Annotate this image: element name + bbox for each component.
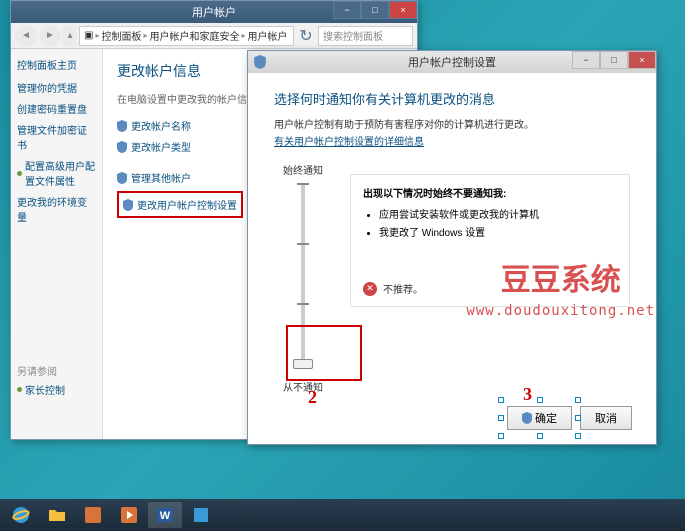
ok-button[interactable]: 确定 bbox=[507, 406, 572, 430]
sidebar-item-password-reset[interactable]: 创建密码重置盘 bbox=[17, 101, 96, 116]
minimize-button[interactable]: − bbox=[333, 1, 361, 19]
uac-more-info-link[interactable]: 有关用户帐户控制设置的详细信息 bbox=[274, 137, 424, 148]
action-uac-settings[interactable]: 更改用户帐户控制设置 bbox=[117, 191, 243, 218]
shield-icon bbox=[117, 141, 127, 153]
search-placeholder: 搜索控制面板 bbox=[323, 28, 383, 43]
taskbar-media[interactable] bbox=[112, 502, 146, 528]
back-button[interactable]: ◄ bbox=[15, 25, 37, 47]
maximize-button[interactable]: □ bbox=[361, 1, 389, 19]
info-item: 应用尝试安装软件或更改我的计算机 bbox=[379, 206, 617, 221]
chevron-right-icon: ▸ bbox=[95, 31, 99, 40]
info-title: 出现以下情况时始终不要通知我: bbox=[363, 185, 617, 200]
breadcrumb-item[interactable]: 控制面板 bbox=[101, 28, 141, 43]
uac-body: 选择何时通知你有关计算机更改的消息 用户帐户控制有助于预防有害程序对你的计算机进… bbox=[248, 73, 656, 444]
titlebar[interactable]: 用户帐户 − □ × bbox=[11, 1, 417, 23]
shield-icon bbox=[254, 55, 266, 69]
chevron-right-icon: ▸ bbox=[143, 31, 147, 40]
sidebar-item-credentials[interactable]: 管理你的凭据 bbox=[17, 80, 96, 95]
taskbar: W bbox=[0, 499, 685, 531]
svg-text:W: W bbox=[160, 510, 171, 522]
error-icon: ✕ bbox=[363, 282, 377, 296]
taskbar-app2[interactable] bbox=[184, 502, 218, 528]
chevron-right-icon: ▸ bbox=[241, 31, 245, 40]
shield-icon bbox=[117, 172, 127, 184]
window-controls: − □ × bbox=[333, 1, 417, 19]
window-title: 用户帐户控制设置 bbox=[408, 54, 496, 70]
breadcrumb-item[interactable]: 用户帐户 bbox=[248, 28, 288, 43]
up-button[interactable]: ▴ bbox=[63, 25, 77, 47]
uac-heading: 选择何时通知你有关计算机更改的消息 bbox=[274, 89, 630, 108]
taskbar-explorer[interactable] bbox=[40, 502, 74, 528]
shield-icon bbox=[117, 120, 127, 132]
play-icon bbox=[119, 505, 139, 525]
window-controls: − □ × bbox=[572, 51, 656, 69]
annotation-box-2 bbox=[286, 325, 362, 381]
minimize-button[interactable]: − bbox=[572, 51, 600, 69]
forward-button[interactable]: ► bbox=[39, 25, 61, 47]
ok-button-selection: 3 确定 bbox=[507, 406, 572, 430]
annotation-2: 2 bbox=[308, 387, 317, 408]
navbar: ◄ ► ▴ ▣ ▸ 控制面板 ▸ 用户帐户和家庭安全 ▸ 用户帐户 ↻ 搜索控制… bbox=[11, 23, 417, 49]
info-box: 出现以下情况时始终不要通知我: 应用尝试安装软件或更改我的计算机 我更改了 Wi… bbox=[350, 174, 630, 307]
info-list: 应用尝试安装软件或更改我的计算机 我更改了 Windows 设置 bbox=[363, 206, 617, 239]
maximize-button[interactable]: □ bbox=[600, 51, 628, 69]
see-also-parental[interactable]: 家长控制 bbox=[17, 382, 65, 397]
titlebar[interactable]: 用户帐户控制设置 − □ × bbox=[248, 51, 656, 73]
sidebar: 控制面板主页 管理你的凭据 创建密码重置盘 管理文件加密证书 配置高级用户配置文… bbox=[11, 49, 103, 439]
ie-icon bbox=[11, 505, 31, 525]
sidebar-item-advanced-profile[interactable]: 配置高级用户配置文件属性 bbox=[17, 158, 96, 188]
taskbar-word[interactable]: W bbox=[148, 502, 182, 528]
info-item: 我更改了 Windows 设置 bbox=[379, 224, 617, 239]
breadcrumb[interactable]: ▣ ▸ 控制面板 ▸ 用户帐户和家庭安全 ▸ 用户帐户 bbox=[79, 26, 294, 46]
app-icon bbox=[83, 505, 103, 525]
close-button[interactable]: × bbox=[628, 51, 656, 69]
see-also: 另请参阅 家长控制 bbox=[17, 363, 65, 403]
sidebar-item-env-vars[interactable]: 更改我的环境变量 bbox=[17, 194, 96, 224]
annotation-3: 3 bbox=[523, 384, 532, 405]
see-also-title: 另请参阅 bbox=[17, 363, 65, 378]
taskbar-ie[interactable] bbox=[4, 502, 38, 528]
search-input[interactable]: 搜索控制面板 bbox=[318, 26, 413, 46]
app-icon bbox=[191, 505, 211, 525]
taskbar-app1[interactable] bbox=[76, 502, 110, 528]
not-recommended: ✕ 不推荐。 bbox=[363, 281, 617, 296]
folder-icon bbox=[47, 505, 67, 525]
window-title: 用户帐户 bbox=[192, 4, 236, 20]
breadcrumb-item[interactable]: 用户帐户和家庭安全 bbox=[149, 28, 239, 43]
info-column: 出现以下情况时始终不要通知我: 应用尝试安装软件或更改我的计算机 我更改了 Wi… bbox=[350, 162, 630, 394]
refresh-button[interactable]: ↻ bbox=[296, 26, 316, 46]
sidebar-item-encryption[interactable]: 管理文件加密证书 bbox=[17, 122, 96, 152]
shield-icon bbox=[522, 412, 532, 424]
bullet-icon bbox=[17, 387, 22, 392]
uac-desc: 用户帐户控制有助于预防有害程序对你的计算机进行更改。 bbox=[274, 116, 630, 131]
slider-label-always: 始终通知 bbox=[283, 162, 323, 177]
slider-label-never: 从不通知 bbox=[283, 379, 323, 394]
breadcrumb-icon: ▣ bbox=[84, 30, 93, 41]
close-button[interactable]: × bbox=[389, 1, 417, 19]
dialog-buttons: 3 确定 取消 bbox=[507, 406, 632, 430]
uac-settings-window: 用户帐户控制设置 − □ × 选择何时通知你有关计算机更改的消息 用户帐户控制有… bbox=[247, 50, 657, 445]
word-icon: W bbox=[155, 505, 175, 525]
bullet-icon bbox=[17, 171, 22, 176]
shield-icon bbox=[123, 199, 133, 211]
cancel-button[interactable]: 取消 bbox=[580, 406, 632, 430]
sidebar-title: 控制面板主页 bbox=[17, 57, 96, 72]
